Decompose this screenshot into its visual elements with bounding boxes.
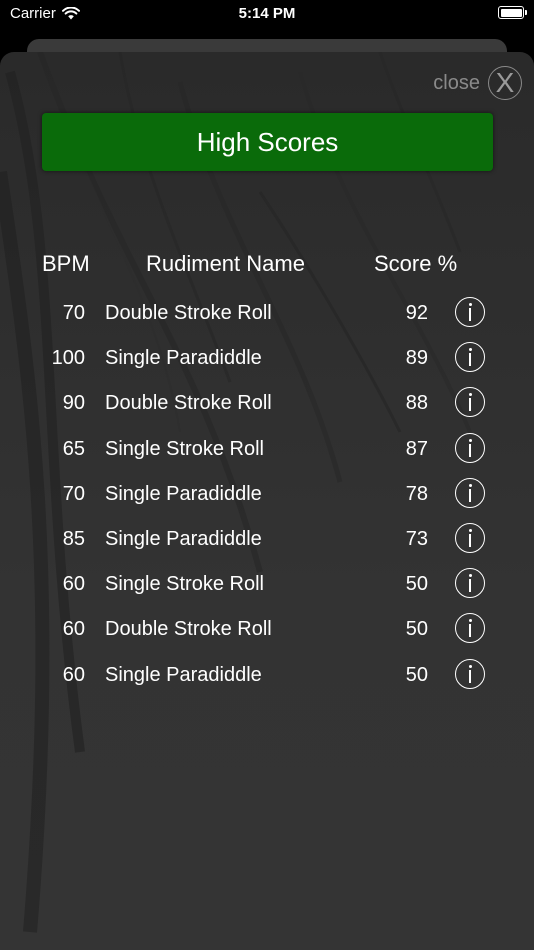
row-rudiment-name: Single Paradiddle	[105, 663, 262, 686]
table-row: 100 Single Paradiddle 89	[0, 336, 534, 381]
row-bpm: 85	[62, 527, 85, 550]
row-rudiment-name: Double Stroke Roll	[105, 618, 272, 641]
row-rudiment-name: Double Stroke Roll	[105, 302, 272, 324]
row-bpm: 65	[62, 437, 85, 460]
table-row: 70 Double Stroke Roll 92	[0, 291, 534, 336]
info-icon[interactable]	[455, 432, 485, 463]
table-header: BPM Rudiment Name Score %	[0, 251, 534, 281]
info-icon[interactable]	[455, 477, 485, 508]
page-title: High Scores	[196, 126, 339, 157]
row-rudiment-name: Single Paradiddle	[105, 347, 262, 370]
row-bpm: 60	[62, 573, 85, 596]
info-icon[interactable]	[455, 613, 485, 644]
status-time: 5:14 PM	[238, 5, 296, 22]
row-score: 92	[405, 302, 428, 324]
close-label[interactable]: close	[433, 72, 480, 95]
row-rudiment-name: Single Stroke Roll	[105, 437, 264, 460]
row-bpm: 90	[62, 392, 85, 415]
row-score: 78	[405, 482, 428, 505]
table-row: 70 Single Paradiddle 78	[0, 472, 534, 517]
scores-list: 70 Double Stroke Roll 92 100 Single Para…	[0, 291, 534, 698]
table-row: 60 Single Stroke Roll 50	[0, 562, 534, 607]
row-score: 87	[405, 437, 428, 460]
info-icon[interactable]	[455, 522, 485, 553]
row-score: 50	[405, 618, 428, 641]
header-score: Score %	[374, 251, 458, 276]
close-icon[interactable]: X	[488, 66, 522, 100]
status-bar: Carrier 5:14 PM	[0, 0, 534, 30]
row-bpm: 70	[62, 302, 85, 324]
row-rudiment-name: Single Paradiddle	[105, 482, 262, 505]
table-row: 60 Single Paradiddle 50	[0, 653, 534, 698]
battery-icon	[498, 6, 527, 19]
header-bpm: BPM	[42, 251, 90, 276]
row-bpm: 60	[62, 618, 85, 641]
table-row: 90 Double Stroke Roll 88	[0, 381, 534, 426]
row-rudiment-name: Double Stroke Roll	[105, 392, 272, 415]
info-icon[interactable]	[455, 658, 485, 689]
row-rudiment-name: Single Paradiddle	[105, 527, 262, 550]
close-button[interactable]: close X	[433, 66, 522, 100]
row-bpm: 100	[51, 347, 85, 370]
row-bpm: 60	[62, 663, 85, 686]
row-score: 88	[405, 392, 428, 415]
row-score: 50	[405, 663, 428, 686]
row-score: 73	[405, 527, 428, 550]
table-row: 60 Double Stroke Roll 50	[0, 607, 534, 652]
row-score: 50	[405, 573, 428, 596]
page-title-bar: High Scores	[42, 113, 493, 171]
row-bpm: 70	[62, 482, 85, 505]
row-rudiment-name: Single Stroke Roll	[105, 573, 264, 596]
info-icon[interactable]	[455, 297, 485, 327]
row-score: 89	[405, 347, 428, 370]
table-row: 85 Single Paradiddle 73	[0, 517, 534, 562]
info-icon[interactable]	[455, 342, 485, 373]
info-icon[interactable]	[455, 387, 485, 418]
table-row: 65 Single Stroke Roll 87	[0, 427, 534, 472]
header-rudiment-name: Rudiment Name	[146, 251, 305, 276]
info-icon[interactable]	[455, 568, 485, 599]
